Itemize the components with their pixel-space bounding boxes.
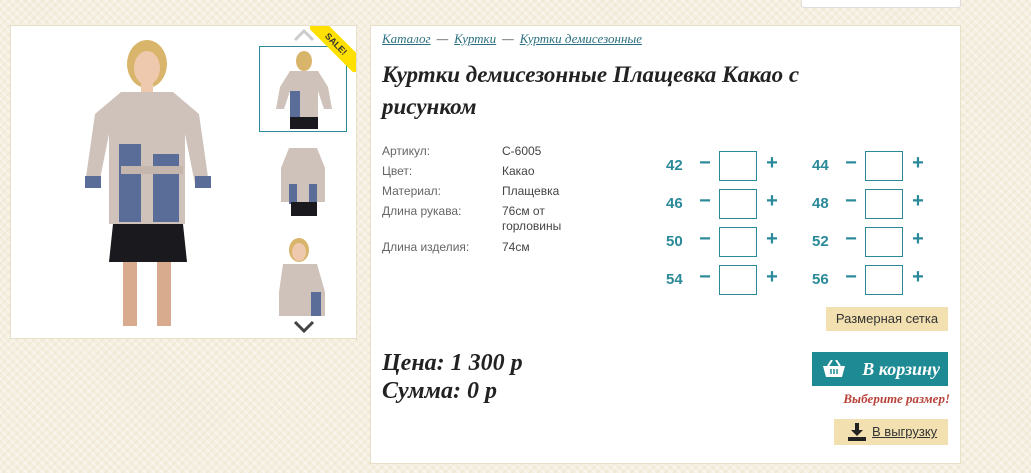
- quantity-field[interactable]: [719, 189, 757, 219]
- decrement-button[interactable]: −: [697, 228, 713, 251]
- quantity-field[interactable]: [865, 227, 903, 257]
- export-label: В выгрузку: [872, 424, 938, 439]
- export-button[interactable]: В выгрузку: [834, 419, 948, 445]
- size-row: 44 − +: [812, 151, 952, 181]
- quantity-field[interactable]: [865, 265, 903, 295]
- property-value: Плащевка: [502, 184, 560, 198]
- size-row: 42 − +: [666, 151, 806, 181]
- breadcrumb-link-demiseason-jackets[interactable]: Куртки демисезонные: [520, 31, 642, 46]
- decrement-button[interactable]: −: [843, 266, 859, 289]
- increment-button[interactable]: +: [764, 190, 780, 213]
- sale-badge: SALE!: [310, 26, 356, 72]
- decrement-button[interactable]: −: [697, 152, 713, 175]
- size-label: 52: [812, 233, 829, 250]
- increment-button[interactable]: +: [910, 266, 926, 289]
- price-block: Цена: 1 300 р Сумма: 0 р: [382, 349, 523, 405]
- increment-button[interactable]: +: [764, 152, 780, 175]
- breadcrumb-link-catalog[interactable]: Каталог: [382, 31, 431, 46]
- size-label: 42: [666, 157, 683, 174]
- decrement-button[interactable]: −: [843, 152, 859, 175]
- quantity-field[interactable]: [719, 227, 757, 257]
- property-key: Артикул:: [382, 144, 431, 158]
- size-label: 46: [666, 195, 683, 212]
- size-row: 56 − +: [812, 265, 952, 295]
- decrement-button[interactable]: −: [697, 266, 713, 289]
- breadcrumb-separator: —: [436, 31, 449, 46]
- property-key: Материал:: [382, 184, 441, 198]
- breadcrumb-link-jackets[interactable]: Куртки: [454, 31, 496, 46]
- size-label: 56: [812, 271, 829, 288]
- search-input[interactable]: [801, 0, 961, 8]
- increment-button[interactable]: +: [764, 228, 780, 251]
- property-value: С-6005: [502, 144, 542, 158]
- increment-button[interactable]: +: [910, 228, 926, 251]
- size-row: 52 − +: [812, 227, 952, 257]
- shopping-basket-icon: [823, 360, 845, 377]
- property-value: 74см: [502, 240, 530, 254]
- decrement-button[interactable]: −: [843, 190, 859, 213]
- quantity-field[interactable]: [865, 151, 903, 181]
- increment-button[interactable]: +: [910, 152, 926, 175]
- size-row: 48 − +: [812, 189, 952, 219]
- property-key: Длина изделия:: [382, 240, 470, 254]
- breadcrumb-separator: —: [502, 31, 514, 46]
- sum-label: Сумма: 0 р: [382, 378, 497, 404]
- quantity-field[interactable]: [719, 265, 757, 295]
- add-to-cart-button[interactable]: В корзину: [812, 352, 948, 386]
- size-row: 50 − +: [666, 227, 806, 257]
- size-label: 48: [812, 195, 829, 212]
- property-value: Какао: [502, 164, 535, 178]
- increment-button[interactable]: +: [764, 266, 780, 289]
- property-value: 76см от горловины: [502, 204, 562, 233]
- increment-button[interactable]: +: [910, 190, 926, 213]
- size-label: 54: [666, 271, 683, 288]
- property-key: Длина рукава:: [382, 204, 462, 218]
- size-label: 50: [666, 233, 683, 250]
- size-row: 46 − +: [666, 189, 806, 219]
- decrement-button[interactable]: −: [697, 190, 713, 213]
- breadcrumb: Каталог — Куртки — Куртки демисезонные: [382, 31, 642, 47]
- download-icon: [848, 423, 866, 441]
- sale-ribbon: SALE!: [310, 26, 356, 72]
- thumbnail-3[interactable]: [259, 232, 347, 318]
- quantity-field[interactable]: [865, 189, 903, 219]
- main-product-photo[interactable]: [61, 34, 231, 332]
- property-key: Цвет:: [382, 164, 413, 178]
- size-row: 54 − +: [666, 265, 806, 295]
- decrement-button[interactable]: −: [843, 228, 859, 251]
- thumbnail-strip: [259, 26, 349, 338]
- price-label: Цена: 1 300 р: [382, 350, 523, 376]
- size-label: 44: [812, 157, 829, 174]
- quantity-field[interactable]: [719, 151, 757, 181]
- thumbnail-2[interactable]: [259, 138, 347, 224]
- product-title: Куртки демисезонные Плащевка Какао с рис…: [382, 62, 800, 119]
- choose-size-warning: Выберите размер!: [843, 391, 950, 406]
- product-gallery: SALE!: [10, 25, 357, 339]
- chevron-down-icon[interactable]: [293, 320, 315, 334]
- size-chart-button[interactable]: Размерная сетка: [826, 307, 948, 331]
- product-info-panel: Каталог — Куртки — Куртки демисезонные Куртк…: [370, 25, 961, 464]
- add-to-cart-label: В корзину: [862, 359, 940, 379]
